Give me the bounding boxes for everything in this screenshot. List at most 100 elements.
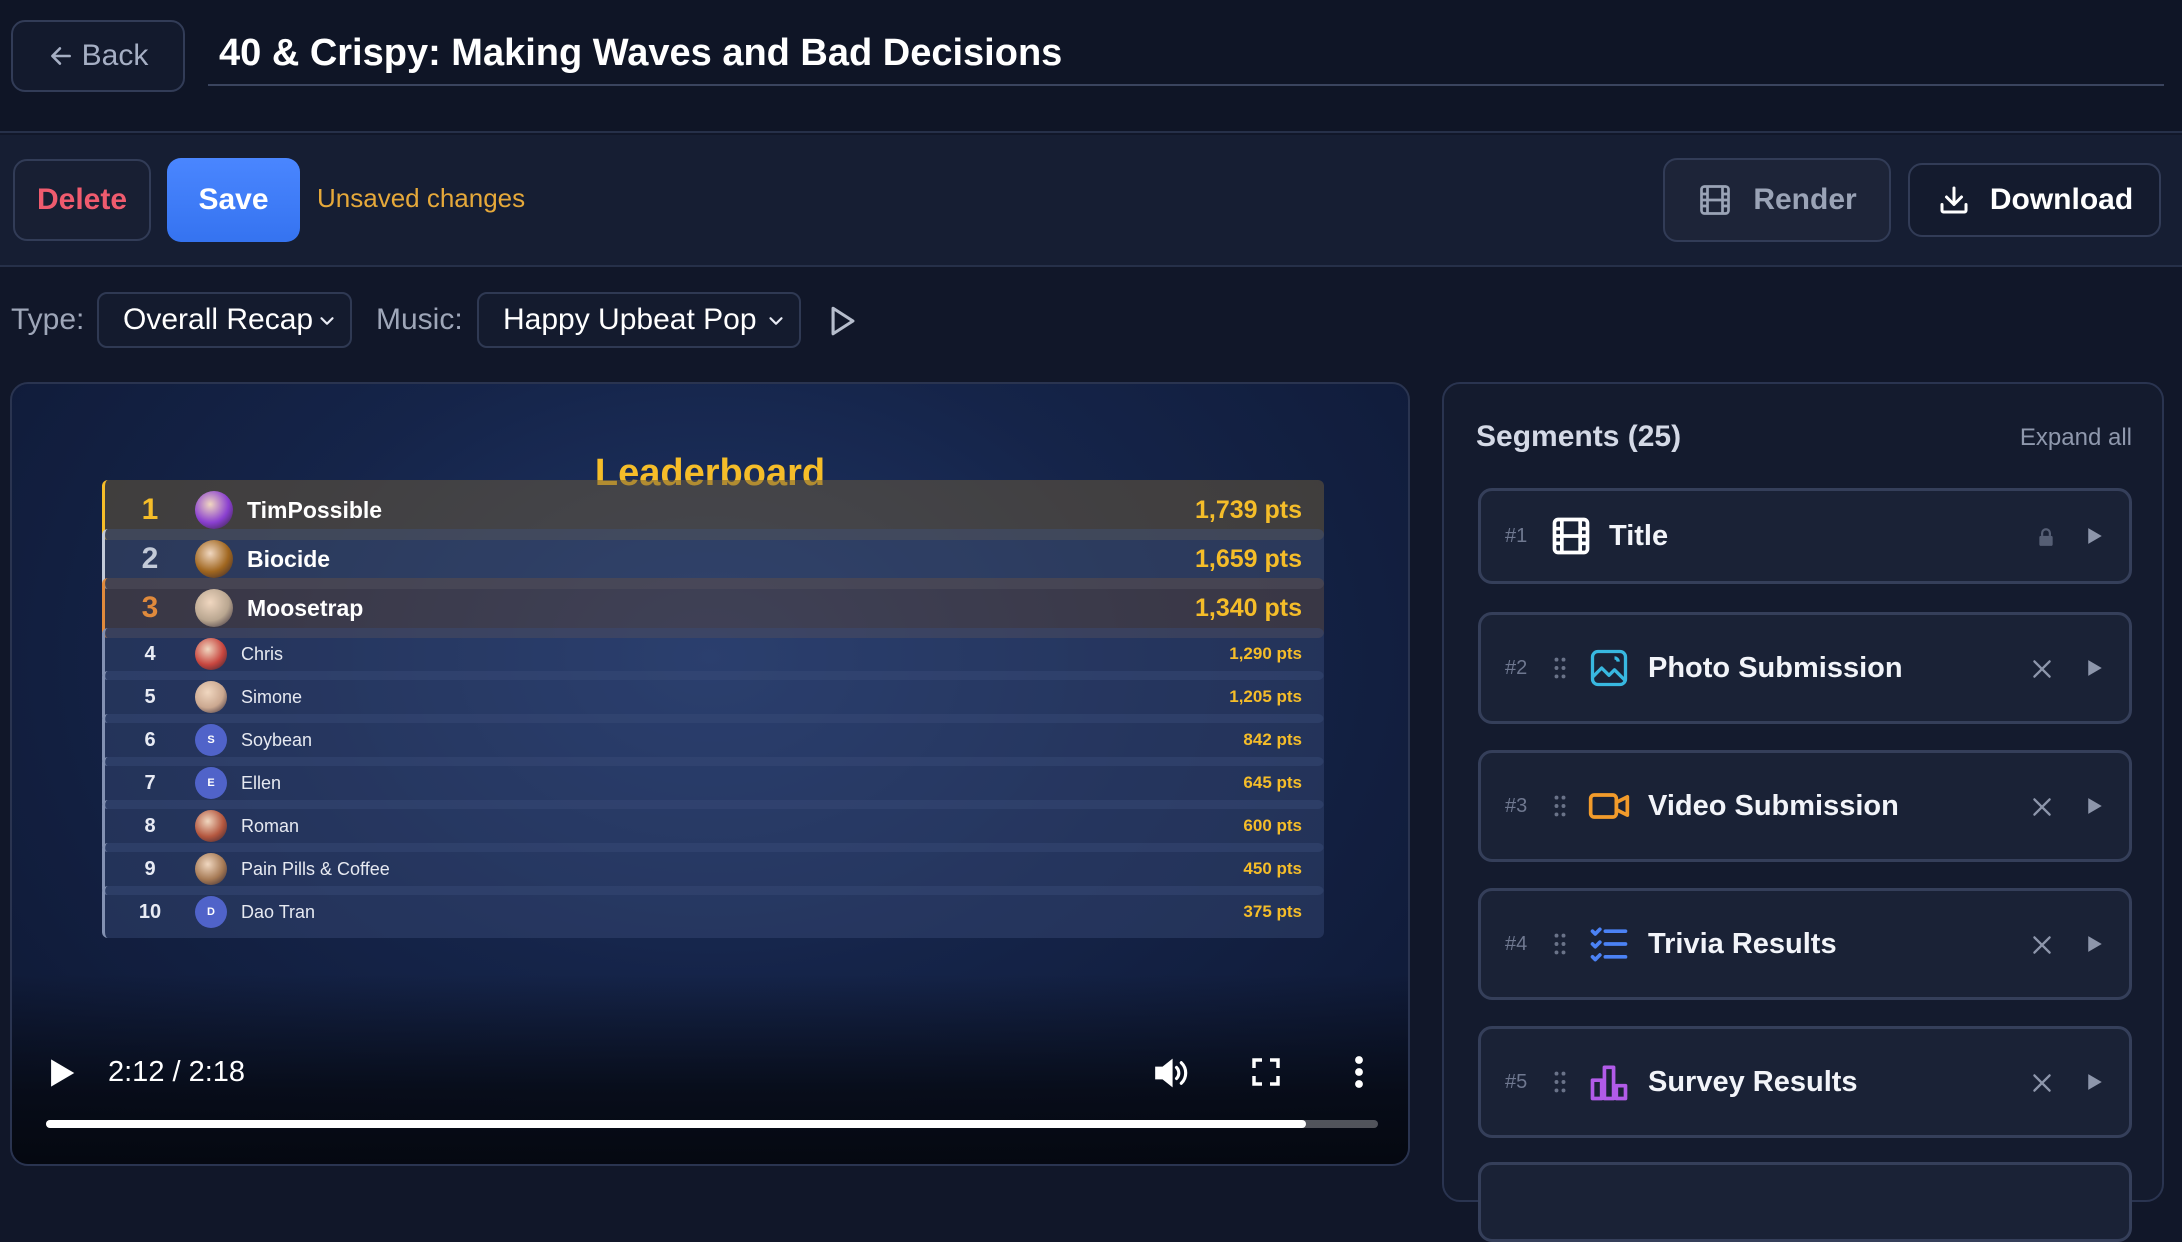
leaderboard-row: 10 D Dao Tran 375 pts — [102, 886, 1324, 938]
avatar — [195, 810, 227, 842]
leaderboard-rank: 5 — [144, 685, 156, 708]
remove-segment-icon[interactable] — [2029, 1070, 2055, 1096]
leaderboard-name: Chris — [241, 643, 284, 664]
checklist-icon — [1587, 922, 1631, 966]
expand-segment-icon[interactable] — [2087, 1073, 2103, 1091]
leaderboard-name: Ellen — [241, 772, 282, 793]
leaderboard-points: 842 pts — [1243, 730, 1302, 749]
drag-handle-icon[interactable] — [1553, 932, 1567, 956]
leaderboard-rank: 3 — [141, 591, 159, 624]
leaderboard-points: 1,739 pts — [1194, 495, 1302, 524]
segments-title: Segments (25) — [1476, 420, 1682, 453]
leaderboard-name: TimPossible — [247, 496, 383, 523]
leaderboard-name: Moosetrap — [247, 594, 364, 621]
leaderboard-points: 1,340 pts — [1194, 593, 1302, 622]
avatar — [195, 491, 233, 529]
segment-number: #3 — [1505, 795, 1528, 817]
leaderboard-points: 1,205 pts — [1229, 687, 1302, 706]
download-icon — [1940, 186, 1968, 214]
segment-number: #1 — [1505, 525, 1528, 547]
video-preview[interactable]: Leaderboard 1 TimPossible 1,739 pts 2 Biocid… — [10, 382, 1410, 1166]
play-music-preview-icon[interactable] — [828, 304, 858, 338]
image-icon — [1587, 646, 1631, 690]
segment-label: Video Submission — [1648, 790, 1899, 822]
leaderboard-rank: 4 — [144, 642, 156, 665]
avatar: E — [195, 767, 227, 799]
lock-icon — [2037, 527, 2055, 547]
segment-card[interactable]: #3 Video Submission — [1478, 750, 2132, 862]
segment-label: Trivia Results — [1648, 928, 1837, 960]
segment-number: #2 — [1505, 657, 1528, 679]
avatar: S — [195, 724, 227, 756]
expand-segment-icon[interactable] — [2087, 527, 2103, 545]
type-label: Type: — [11, 303, 85, 336]
unsaved-status: Unsaved changes — [317, 183, 526, 213]
video-progress-fill — [46, 1120, 1307, 1128]
action-bar: Delete Save Unsaved changes Render Downl… — [0, 135, 2182, 267]
drag-handle-icon[interactable] — [1553, 794, 1567, 818]
drag-handle-icon[interactable] — [1553, 656, 1567, 680]
video-title-input[interactable]: 40 & Crispy: Making Waves and Bad Decisi… — [208, 18, 2164, 86]
expand-segment-icon[interactable] — [2087, 797, 2103, 815]
fullscreen-icon[interactable] — [1250, 1056, 1282, 1088]
film-icon — [1700, 185, 1731, 215]
download-label: Download — [1989, 183, 2134, 216]
avatar — [195, 589, 233, 627]
bar-chart-icon — [1587, 1060, 1631, 1104]
volume-icon[interactable] — [1152, 1054, 1190, 1092]
expand-segment-icon[interactable] — [2087, 659, 2103, 677]
leaderboard-rank: 1 — [141, 493, 159, 526]
expand-segment-icon[interactable] — [2087, 935, 2103, 953]
leaderboard-name: Soybean — [241, 729, 313, 750]
type-select-value: Overall Recap — [123, 303, 314, 336]
leaderboard-rank: 9 — [144, 857, 156, 880]
segment-label: Survey Results — [1648, 1066, 1858, 1098]
remove-segment-icon[interactable] — [2029, 656, 2055, 682]
leaderboard-points: 450 pts — [1243, 859, 1302, 878]
leaderboard-name: Dao Tran — [241, 901, 316, 922]
music-select-value: Happy Upbeat Pop — [503, 303, 757, 336]
leaderboard-rank: 6 — [144, 728, 156, 751]
back-button[interactable]: Back — [11, 20, 185, 92]
back-label: Back — [81, 39, 149, 72]
play-icon[interactable] — [48, 1058, 76, 1088]
avatar: D — [195, 896, 227, 928]
segment-label: Photo Submission — [1648, 652, 1903, 684]
type-select[interactable]: Overall Recap — [97, 292, 352, 348]
music-select[interactable]: Happy Upbeat Pop — [477, 292, 801, 348]
avatar — [195, 638, 227, 670]
delete-button[interactable]: Delete — [13, 159, 151, 241]
segment-card[interactable]: #5 Survey Results — [1478, 1026, 2132, 1138]
chevron-down-icon — [320, 317, 334, 325]
download-button[interactable]: Download — [1908, 163, 2161, 237]
arrow-left-icon — [50, 47, 71, 65]
segment-card[interactable]: #1 Title — [1478, 488, 2132, 584]
leaderboard-points: 600 pts — [1243, 816, 1302, 835]
render-button[interactable]: Render — [1663, 158, 1891, 242]
video-camera-icon — [1587, 784, 1631, 828]
remove-segment-icon[interactable] — [2029, 932, 2055, 958]
video-progress-track[interactable] — [46, 1120, 1378, 1128]
save-button[interactable]: Save — [167, 158, 300, 242]
segment-card[interactable]: #4 Trivia Results — [1478, 888, 2132, 1000]
film-icon — [1549, 514, 1593, 558]
remove-segment-icon[interactable] — [2029, 794, 2055, 820]
music-label: Music: — [376, 303, 463, 336]
leaderboard-name: Simone — [241, 686, 303, 707]
leaderboard-rank: 2 — [141, 542, 159, 575]
avatar — [195, 540, 233, 578]
video-time: 2:12 / 2:18 — [108, 1056, 246, 1088]
segment-card[interactable] — [1478, 1162, 2132, 1242]
expand-all-button[interactable]: Expand all — [2020, 424, 2132, 452]
more-options-icon[interactable] — [1354, 1054, 1364, 1090]
leaderboard-points: 1,290 pts — [1229, 644, 1302, 663]
leaderboard-rank: 10 — [138, 900, 162, 923]
segment-number: #5 — [1505, 1071, 1528, 1093]
segment-number: #4 — [1505, 933, 1528, 955]
segment-card[interactable]: #2 Photo Submission — [1478, 612, 2132, 724]
leaderboard-name: Roman — [241, 815, 300, 836]
leaderboard-points: 645 pts — [1243, 773, 1302, 792]
leaderboard-rank: 8 — [144, 814, 156, 837]
drag-handle-icon[interactable] — [1553, 1070, 1567, 1094]
avatar — [195, 853, 227, 885]
